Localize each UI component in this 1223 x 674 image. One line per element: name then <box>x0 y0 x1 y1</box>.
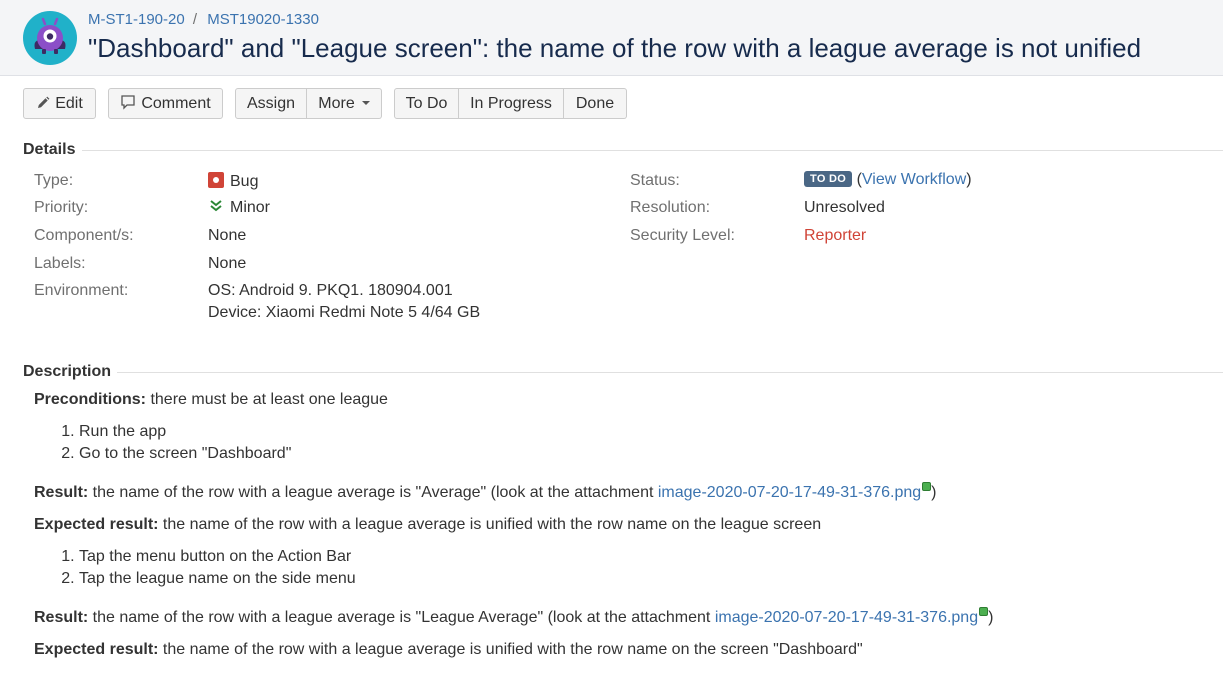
in-progress-button[interactable]: In Progress <box>459 88 564 119</box>
edit-button[interactable]: Edit <box>23 88 96 119</box>
priority-value-text: Minor <box>230 199 271 216</box>
breadcrumb-issue-key-link[interactable]: MST19020-1330 <box>207 11 319 28</box>
breadcrumb-project-link[interactable]: M-ST1-190-20 <box>88 11 185 28</box>
pencil-icon <box>38 96 50 108</box>
expected-line-2: Expected result: the name of the row wit… <box>34 641 863 659</box>
result-line-2: Result: the name of the row with a leagu… <box>34 607 993 627</box>
comment-button-label: Comment <box>141 95 211 112</box>
environment-line-2: Device: Xiaomi Redmi Note 5 4/64 GB <box>208 304 481 321</box>
in-progress-button-label: In Progress <box>470 95 552 112</box>
view-workflow-link[interactable]: View Workflow <box>862 171 966 188</box>
edit-button-label: Edit <box>55 95 83 112</box>
speech-bubble-icon <box>121 95 135 110</box>
bug-icon <box>208 172 224 188</box>
breadcrumb: M-ST1-190-20 / MST19020-1330 <box>88 11 319 28</box>
expected-label-1: Expected result: <box>34 516 159 533</box>
attachment-link-2[interactable]: image-2020-07-20-17-49-31-376.png <box>715 609 978 626</box>
result-line-1: Result: the name of the row with a leagu… <box>34 482 936 502</box>
description-divider <box>117 372 1223 373</box>
attachment-icon <box>979 607 989 616</box>
assign-button-label: Assign <box>246 95 296 112</box>
result-label-1: Result: <box>34 484 89 501</box>
expected-text-1: the name of the row with a league averag… <box>158 516 822 533</box>
status-value: TO DO (View Workflow) <box>804 171 972 189</box>
preconditions-line: Preconditions: there must be at least on… <box>34 391 388 409</box>
priority-label: Priority: <box>34 199 89 216</box>
expected-text-2: the name of the row with a league averag… <box>158 641 863 658</box>
priority-value: Minor <box>208 199 270 217</box>
environment-label: Environment: <box>34 282 129 299</box>
issue-title[interactable]: "Dashboard" and "League screen": the nam… <box>88 33 1141 64</box>
chevron-down-icon <box>361 101 370 105</box>
assign-button[interactable]: Assign <box>235 88 307 119</box>
workflow-close-paren: ) <box>966 171 972 188</box>
result-label-2: Result: <box>34 609 89 626</box>
todo-button[interactable]: To Do <box>394 88 459 119</box>
project-avatar-icon[interactable] <box>23 11 77 65</box>
preconditions-text: there must be at least one league <box>146 391 388 408</box>
list-item: Tap the league name on the side menu <box>79 568 356 590</box>
labels-value: None <box>208 255 247 272</box>
type-value: Bug <box>208 172 258 191</box>
labels-label: Labels: <box>34 255 86 272</box>
resolution-value: Unresolved <box>804 199 885 216</box>
list-item: Run the app <box>79 421 291 443</box>
list-item: Tap the menu button on the Action Bar <box>79 546 356 568</box>
more-button[interactable]: More <box>307 88 382 119</box>
result-text-1: the name of the row with a league averag… <box>88 484 658 501</box>
attachment-icon <box>922 482 932 491</box>
details-heading[interactable]: Details <box>23 141 75 159</box>
type-label: Type: <box>34 172 74 189</box>
type-value-text: Bug <box>230 173 259 190</box>
double-chevron-down-icon <box>210 200 222 212</box>
details-divider <box>82 150 1223 151</box>
security-level-value: Reporter <box>804 227 867 244</box>
result-end-1: ) <box>931 484 937 501</box>
resolution-label: Resolution: <box>630 199 711 216</box>
comment-button[interactable]: Comment <box>108 88 223 119</box>
expected-label-2: Expected result: <box>34 641 159 658</box>
preconditions-label: Preconditions: <box>34 391 147 408</box>
attachment-link-1[interactable]: image-2020-07-20-17-49-31-376.png <box>658 484 921 501</box>
result-text-2: the name of the row with a league averag… <box>88 609 715 626</box>
status-label: Status: <box>630 172 680 189</box>
steps-list-2: Tap the menu button on the Action Bar Ta… <box>34 546 356 590</box>
more-button-label: More <box>318 95 355 112</box>
issue-header: M-ST1-190-20 / MST19020-1330 "Dashboard"… <box>0 0 1223 76</box>
environment-line-1: OS: Android 9. PKQ1. 180904.001 <box>208 282 453 299</box>
done-button-label: Done <box>575 95 615 112</box>
components-value: None <box>208 227 247 244</box>
breadcrumb-separator: / <box>192 11 198 28</box>
todo-button-label: To Do <box>405 95 448 112</box>
components-label: Component/s: <box>34 227 134 244</box>
result-end-2: ) <box>988 609 994 626</box>
steps-list-1: Run the app Go to the screen "Dashboard" <box>34 421 291 465</box>
description-heading[interactable]: Description <box>23 363 111 381</box>
status-badge: TO DO <box>804 171 853 187</box>
security-level-label: Security Level: <box>630 227 735 244</box>
expected-line-1: Expected result: the name of the row wit… <box>34 516 821 534</box>
list-item: Go to the screen "Dashboard" <box>79 443 291 465</box>
done-button[interactable]: Done <box>564 88 627 119</box>
